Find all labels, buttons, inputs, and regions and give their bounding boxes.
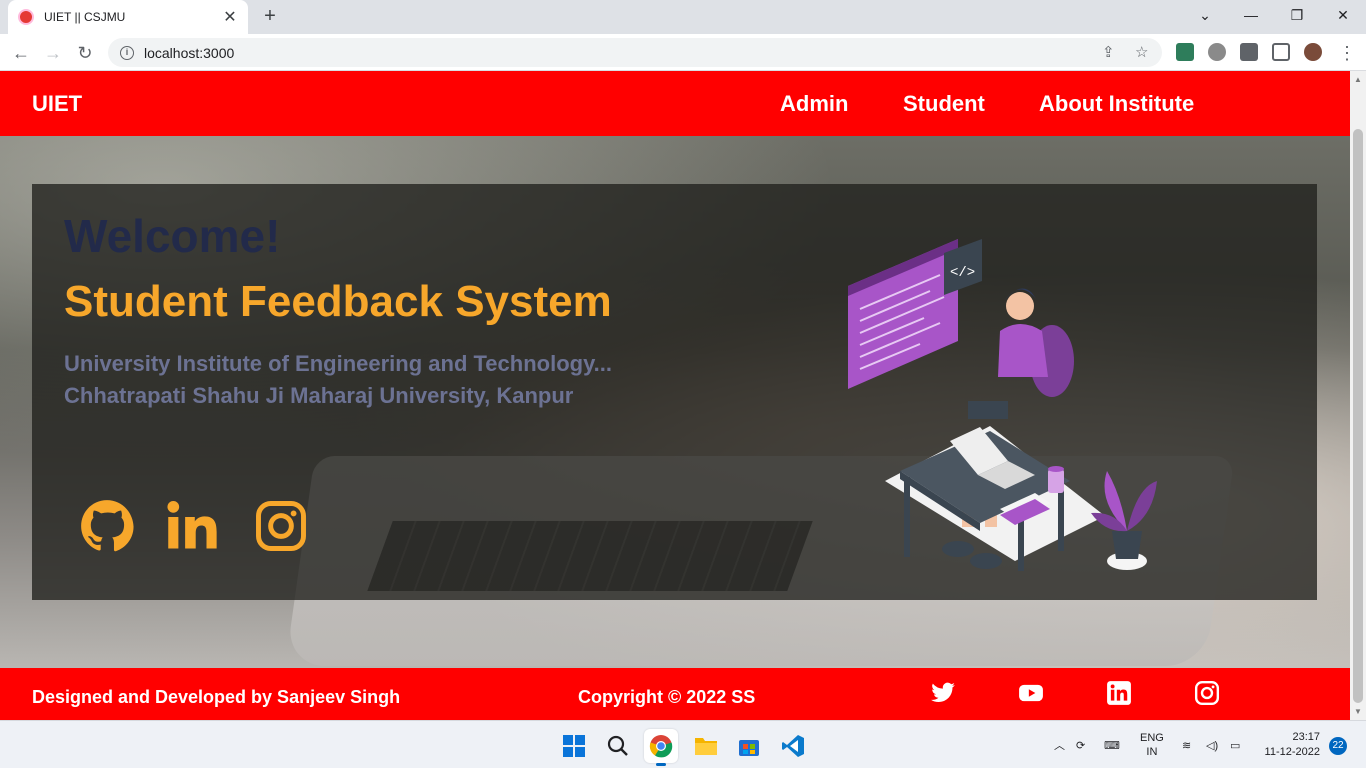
sync-status-icon[interactable]: ⟳: [1076, 721, 1085, 769]
vscode-icon[interactable]: [776, 729, 810, 763]
calculator-extension-icon[interactable]: [1176, 43, 1194, 61]
site-navbar: UIET Admin Student About Institute: [0, 71, 1350, 136]
battery-icon[interactable]: ▭: [1230, 721, 1240, 769]
scrollbar-thumb[interactable]: [1353, 129, 1363, 703]
site-brand[interactable]: UIET: [32, 91, 82, 117]
nav-link-admin[interactable]: Admin: [780, 91, 848, 117]
welcome-heading: Welcome!: [64, 210, 281, 262]
region-code: IN: [1146, 746, 1158, 758]
address-bar[interactable]: i localhost:3000 ⇪ ☆: [108, 38, 1162, 67]
github-icon[interactable]: [80, 499, 134, 553]
nav-link-about-institute[interactable]: About Institute: [1039, 91, 1194, 117]
reload-button[interactable]: ↻: [72, 40, 98, 66]
system-clock[interactable]: 23:17 11-12-2022: [1256, 730, 1320, 760]
keyboard-icon[interactable]: ⌨: [1104, 721, 1120, 769]
language-code: ENG: [1140, 732, 1164, 744]
address-url[interactable]: localhost:3000: [144, 45, 234, 61]
linkedin-icon[interactable]: [166, 499, 220, 553]
input-language-indicator[interactable]: ENG IN: [1140, 731, 1164, 759]
nav-link-student[interactable]: Student: [903, 91, 985, 117]
browser-toolbar: ← → ↻ i localhost:3000 ⇪ ☆ ⋮: [0, 34, 1366, 71]
wifi-icon[interactable]: ≋: [1182, 721, 1191, 769]
youtube-icon[interactable]: [1018, 680, 1044, 706]
show-hidden-icons-chevron-icon[interactable]: ︿: [1054, 721, 1065, 769]
linkedin-footer-icon[interactable]: [1106, 680, 1132, 706]
site-info-icon[interactable]: i: [120, 45, 134, 60]
twitter-icon[interactable]: [930, 680, 956, 706]
back-button[interactable]: ←: [8, 40, 34, 66]
clock-time: 23:17: [1292, 731, 1320, 743]
active-app-indicator: [656, 763, 666, 766]
web-page: UIET Admin Student About Institute Welco…: [0, 71, 1350, 720]
store-icon[interactable]: [732, 729, 766, 763]
svg-text:</>: </>: [950, 265, 975, 281]
menu-kebab-icon[interactable]: ⋮: [1334, 40, 1360, 66]
developer-at-desk-illustration: </>: [848, 239, 1157, 571]
forward-button[interactable]: →: [40, 40, 66, 66]
instagram-footer-icon[interactable]: [1194, 680, 1220, 706]
bug-extension-icon[interactable]: [1208, 43, 1226, 61]
volume-icon[interactable]: ◁): [1206, 721, 1218, 769]
file-explorer-icon[interactable]: [689, 729, 723, 763]
new-tab-button[interactable]: +: [258, 4, 282, 28]
footer-copyright: Copyright © 2022 SS: [578, 687, 756, 707]
chrome-icon[interactable]: [644, 729, 678, 766]
tab-title: UIET || CSJMU: [44, 10, 126, 24]
restore-button[interactable]: ❐: [1274, 0, 1320, 30]
site-favicon-icon: [18, 9, 34, 25]
search-icon[interactable]: [601, 729, 635, 763]
tab-search-chevron-icon[interactable]: ⌄: [1182, 0, 1228, 30]
browser-tab[interactable]: UIET || CSJMU ✕: [8, 0, 248, 34]
scroll-up-arrow-icon[interactable]: ▲: [1354, 75, 1362, 84]
os-taskbar: ︿ ⟳ ⌨ ENG IN ≋ ◁) ▭ 23:17 11-12-2022 22: [0, 720, 1366, 768]
page-scrollbar[interactable]: ▲ ▼: [1350, 71, 1366, 720]
share-icon[interactable]: ⇪: [1102, 38, 1115, 67]
close-window-button[interactable]: ✕: [1320, 0, 1366, 30]
system-title: Student Feedback System: [64, 277, 612, 326]
site-footer: Designed and Developed by Sanjeev Singh …: [0, 668, 1350, 720]
tab-close-icon[interactable]: ✕: [222, 7, 238, 27]
profile-avatar[interactable]: [1304, 43, 1322, 61]
footer-credit: Designed and Developed by Sanjeev Singh: [32, 687, 401, 707]
clock-date: 11-12-2022: [1264, 746, 1320, 758]
side-panel-icon[interactable]: [1272, 43, 1290, 61]
bookmark-star-icon[interactable]: ☆: [1135, 38, 1148, 67]
institute-name: University Institute of Engineering and …: [64, 351, 613, 376]
extensions-puzzle-icon[interactable]: [1240, 43, 1258, 61]
browser-tab-strip: UIET || CSJMU ✕ + ⌄ — ❐ ✕: [0, 0, 1366, 34]
windows-start-icon[interactable]: [557, 729, 591, 763]
notification-badge[interactable]: 22: [1329, 737, 1347, 755]
university-name: Chhatrapati Shahu Ji Maharaj University,…: [64, 383, 574, 408]
instagram-icon[interactable]: [254, 499, 308, 553]
scroll-down-arrow-icon[interactable]: ▼: [1354, 707, 1362, 716]
minimize-button[interactable]: —: [1228, 0, 1274, 30]
